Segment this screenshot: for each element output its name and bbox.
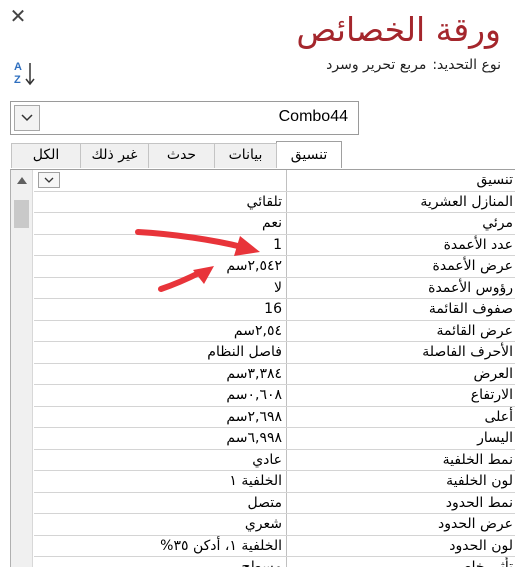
property-name: الأحرف الفاصلة bbox=[286, 342, 515, 363]
selection-type-value: مربع تحرير وسرد bbox=[326, 57, 427, 73]
property-name: عدد الأعمدة bbox=[286, 234, 515, 255]
property-row[interactable]: تأثير خاص مسطح bbox=[34, 557, 515, 567]
tab-other[interactable]: غير ذلك bbox=[80, 143, 149, 168]
property-row[interactable]: رؤوس الأعمدة لا bbox=[34, 277, 515, 299]
property-name: نمط الخلفية bbox=[286, 449, 515, 470]
property-row-format[interactable]: تنسيق bbox=[34, 170, 515, 192]
property-name: لون الحدود bbox=[286, 535, 515, 556]
property-value[interactable]: ٣,٣٨٤سم bbox=[34, 364, 286, 385]
property-row[interactable]: عرض القائمة ٢,٥٤سم bbox=[34, 320, 515, 342]
close-button[interactable]: ✕ bbox=[8, 6, 28, 26]
property-row[interactable]: عرض الحدود شعري bbox=[34, 514, 515, 536]
property-row[interactable]: نمط الخلفية عادي bbox=[34, 449, 515, 471]
property-name: نمط الحدود bbox=[286, 492, 515, 513]
property-name: مرئي bbox=[286, 213, 515, 234]
svg-text:Z: Z bbox=[14, 74, 21, 86]
property-name: صفوف القائمة bbox=[286, 299, 515, 320]
property-name: أعلى bbox=[286, 406, 515, 427]
property-row[interactable]: نمط الحدود متصل bbox=[34, 492, 515, 514]
property-name: المنازل العشرية bbox=[286, 191, 515, 212]
property-row-column-widths[interactable]: عرض الأعمدة ٢,٥٤٢سم bbox=[34, 256, 515, 278]
property-name: رؤوس الأعمدة bbox=[286, 277, 515, 298]
property-value[interactable]: الخلفية ١، أدكن ٣٥% bbox=[34, 536, 286, 557]
property-row[interactable]: الأحرف الفاصلة فاصل النظام bbox=[34, 342, 515, 364]
property-name: تنسيق bbox=[286, 170, 515, 191]
sort-button[interactable]: A Z bbox=[13, 58, 41, 88]
property-value[interactable]: شعري bbox=[34, 514, 286, 535]
tab-event[interactable]: حدث bbox=[148, 143, 215, 168]
scroll-up-arrow-icon[interactable] bbox=[17, 177, 27, 184]
scrollbar-thumb[interactable] bbox=[14, 200, 29, 228]
property-row[interactable]: اليسار ٦,٩٩٨سم bbox=[34, 428, 515, 450]
sort-az-icon: A Z bbox=[14, 61, 35, 86]
property-value[interactable]: فاصل النظام bbox=[34, 342, 286, 363]
property-value[interactable]: متصل bbox=[34, 493, 286, 514]
property-name: لون الخلفية bbox=[286, 471, 515, 492]
tab-data[interactable]: بيانات bbox=[214, 143, 277, 168]
property-row[interactable]: مرئي نعم bbox=[34, 213, 515, 235]
property-value[interactable]: تلقائي bbox=[34, 192, 286, 213]
object-selector-combo[interactable]: Combo44 bbox=[10, 101, 359, 135]
property-row[interactable]: أعلى ٢,٦٩٨سم bbox=[34, 406, 515, 428]
chevron-down-icon bbox=[21, 114, 33, 122]
property-row-column-count[interactable]: عدد الأعمدة 1 bbox=[34, 234, 515, 256]
tab-strip: تنسيق بيانات حدث غير ذلك الكل bbox=[10, 141, 342, 168]
tab-all[interactable]: الكل bbox=[11, 143, 81, 168]
property-row[interactable]: لون الحدود الخلفية ١، أدكن ٣٥% bbox=[34, 535, 515, 557]
property-value[interactable]: عادي bbox=[34, 450, 286, 471]
close-icon: ✕ bbox=[9, 4, 27, 28]
property-name: عرض القائمة bbox=[286, 320, 515, 341]
property-row[interactable]: صفوف القائمة 16 bbox=[34, 299, 515, 321]
selection-type-label: نوع التحديد: bbox=[432, 57, 501, 73]
format-dropdown-button[interactable] bbox=[38, 172, 60, 188]
property-row[interactable]: المنازل العشرية تلقائي bbox=[34, 191, 515, 213]
property-value[interactable]: الخلفية ١ bbox=[34, 471, 286, 492]
property-row[interactable]: الارتفاع ٠,٦٠٨سم bbox=[34, 385, 515, 407]
combo-value: Combo44 bbox=[278, 108, 348, 125]
property-name: اليسار bbox=[286, 428, 515, 449]
property-row[interactable]: العرض ٣,٣٨٤سم bbox=[34, 363, 515, 385]
property-value[interactable]: ٠,٦٠٨سم bbox=[34, 385, 286, 406]
property-value[interactable] bbox=[34, 170, 286, 191]
chevron-down-icon bbox=[44, 177, 54, 183]
property-row[interactable]: لون الخلفية الخلفية ١ bbox=[34, 471, 515, 493]
property-value[interactable]: مسطح bbox=[34, 557, 286, 567]
selection-type: نوع التحديد: مربع تحرير وسرد bbox=[326, 57, 501, 73]
page-title: ورقة الخصائص bbox=[296, 10, 501, 49]
svg-text:A: A bbox=[14, 61, 22, 73]
property-value[interactable]: ٢,٥٤سم bbox=[34, 321, 286, 342]
property-name: تأثير خاص bbox=[286, 557, 515, 567]
annotation-arrow-icon bbox=[135, 229, 260, 256]
tab-format[interactable]: تنسيق bbox=[276, 141, 342, 168]
property-value[interactable]: ٢,٦٩٨سم bbox=[34, 407, 286, 428]
combo-dropdown-button[interactable] bbox=[14, 105, 40, 131]
annotation-arrow-icon bbox=[158, 266, 214, 292]
property-value[interactable]: 16 bbox=[34, 299, 286, 320]
property-name: العرض bbox=[286, 363, 515, 384]
property-name: عرض الأعمدة bbox=[286, 256, 515, 277]
property-value[interactable]: ٦,٩٩٨سم bbox=[34, 428, 286, 449]
property-name: عرض الحدود bbox=[286, 514, 515, 535]
vertical-scrollbar[interactable] bbox=[11, 170, 33, 567]
property-name: الارتفاع bbox=[286, 385, 515, 406]
